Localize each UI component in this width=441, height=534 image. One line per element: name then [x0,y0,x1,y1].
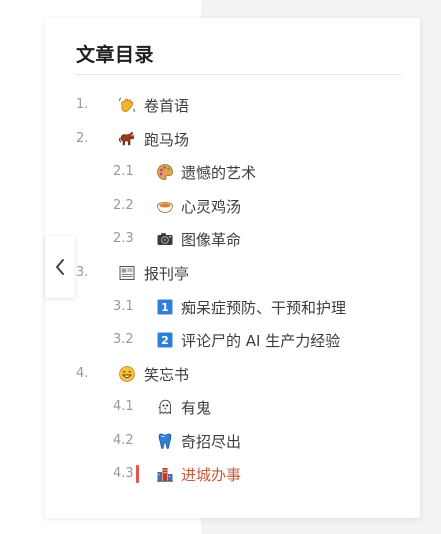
chevron-left-icon [56,259,64,275]
toc-list: 1. 卷首语 2. 跑马场 2.1 遗憾的艺术 2.2 心灵鸡汤 2.3 图像革命 3. 报刊亭 3.1… [45,18,420,518]
toc-item-label: 有鬼 [181,399,212,417]
soup-bowl-icon [156,197,174,215]
toc-item[interactable]: 4. 笑忘书 [45,362,420,386]
artist-palette-icon [156,163,174,181]
toc-item[interactable]: 2.2 心灵鸡汤 [45,194,420,218]
toc-item-number: 1. [76,97,89,112]
toc-item-label: 卷首语 [144,97,190,115]
toc-item-number: 2.2 [113,198,134,213]
toc-item[interactable]: 3.2 2 评论尸的 AI 生产力经验 [45,328,420,352]
tooth-icon [156,432,174,450]
toc-item[interactable]: 3. 报刊亭 [45,261,420,285]
toc-item[interactable]: 4.3 进城办事 [45,462,420,486]
toc-panel: 文章目录 1. 卷首语 2. 跑马场 2.1 遗憾的艺术 2.2 心灵鸡汤 2.3 图像革命 3. 报… [45,18,420,518]
toc-item-label: 报刊亭 [144,265,190,283]
grinning-face-icon [118,365,136,383]
toc-item-label: 心灵鸡汤 [181,198,242,216]
toc-item[interactable]: 2.3 图像革命 [45,227,420,251]
toc-item-number: 4.1 [113,399,134,414]
toc-item-label: 笑忘书 [144,366,190,384]
toc-item[interactable]: 3.1 1 痴呆症预防、干预和护理 [45,295,420,319]
camera-icon [156,230,174,248]
toc-item-number: 2.3 [113,231,134,246]
toc-item[interactable]: 1. 卷首语 [45,93,420,117]
toc-item-label: 评论尸的 AI 生产力经验 [181,332,341,350]
toc-item[interactable]: 4.1 有鬼 [45,395,420,419]
toc-item-number: 4.2 [113,433,134,448]
toc-item-number: 2.1 [113,164,134,179]
toc-item[interactable]: 2.1 遗憾的艺术 [45,160,420,184]
toc-item-number: 4.3 [113,466,134,481]
toc-item-number: 3.1 [113,299,134,314]
keycap-2-icon: 2 [156,331,174,349]
horse-icon [118,130,136,148]
svg-text:1: 1 [161,301,169,314]
newspaper-icon [118,264,136,282]
toc-item-label: 奇招尽出 [181,433,242,451]
toc-item-number: 4. [76,366,89,381]
toc-item-number: 3.2 [113,332,134,347]
toc-item-number: 2. [76,131,89,146]
ghost-icon [156,398,174,416]
toc-item-label: 遗憾的艺术 [181,164,257,182]
toc-item[interactable]: 2. 跑马场 [45,127,420,151]
svg-text:2: 2 [161,334,169,347]
toc-item-number: 3. [76,265,89,280]
active-item-marker [136,465,139,483]
toc-item-label: 图像革命 [181,231,242,249]
toc-item-label: 痴呆症预防、干预和护理 [181,299,347,317]
keycap-1-icon: 1 [156,298,174,316]
toc-item-label: 进城办事 [181,466,242,484]
toc-item[interactable]: 4.2 奇招尽出 [45,429,420,453]
waving-hand-icon [118,96,136,114]
city-icon [156,465,174,483]
toc-item-label: 跑马场 [144,131,190,149]
collapse-toc-button[interactable] [45,236,75,298]
